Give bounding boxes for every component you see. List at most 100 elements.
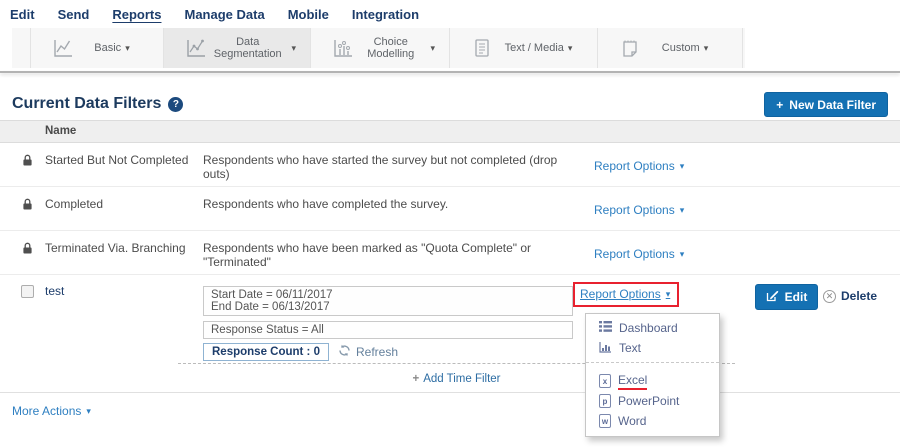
- refresh-label: Refresh: [356, 345, 398, 359]
- report-options-link[interactable]: Report Options ▾: [594, 203, 684, 217]
- top-nav: Edit Send Reports Manage Data Mobile Int…: [0, 0, 900, 28]
- edit-button[interactable]: Edit: [755, 284, 818, 310]
- new-data-filter-label: New Data Filter: [789, 98, 876, 112]
- report-options-link-test[interactable]: Report Options ▾: [580, 287, 670, 301]
- refresh-link[interactable]: Refresh: [338, 344, 398, 360]
- start-date-criterion: Start Date = 06/11/2017: [211, 289, 565, 301]
- chevron-down-icon: ▾: [680, 250, 685, 259]
- nav-item-reports[interactable]: Reports: [112, 7, 161, 22]
- section-divider: [0, 71, 900, 73]
- row-checkbox[interactable]: [21, 285, 34, 298]
- response-count-badge: Response Count : 0: [203, 343, 329, 361]
- add-time-filter-label: Add Time Filter: [423, 373, 500, 385]
- tab-text-media-label: Text / Media: [505, 42, 564, 54]
- chevron-down-icon: ▾: [666, 290, 671, 299]
- filter-criteria: Start Date = 06/11/2017 End Date = 06/13…: [203, 286, 573, 361]
- menu-item-label: Word: [618, 414, 646, 428]
- lock-icon: [22, 242, 33, 258]
- menu-item-label: PowerPoint: [618, 394, 679, 408]
- lock-icon: [22, 198, 33, 214]
- report-options-link[interactable]: Report Options▾: [594, 247, 684, 261]
- table-row-test: test Start Date = 06/11/2017 End Date = …: [0, 275, 900, 393]
- report-options-label: Report Options: [594, 203, 675, 217]
- nav-item-mobile[interactable]: Mobile: [288, 7, 329, 22]
- help-icon[interactable]: ?: [168, 97, 183, 112]
- custom-page-icon: [618, 36, 642, 60]
- plus-icon: +: [776, 98, 783, 112]
- chevron-down-icon: ▾: [430, 44, 435, 53]
- edit-button-label: Edit: [785, 290, 808, 304]
- add-time-filter-link[interactable]: + Add Time Filter: [412, 373, 500, 385]
- table-row: Started But Not Completed Respondents wh…: [0, 143, 900, 187]
- filter-name: Completed: [45, 197, 103, 211]
- column-header-name: Name: [45, 125, 76, 137]
- page-title: Current Data Filters ?: [12, 95, 183, 113]
- report-options-annotation-box: Report Options ▾: [573, 282, 679, 307]
- circle-x-icon: ✕: [823, 290, 836, 303]
- page-title-text: Current Data Filters: [12, 95, 161, 113]
- table-row: Terminated Via. Branching Respondents wh…: [0, 231, 900, 275]
- chevron-down-icon: ▾: [704, 44, 709, 53]
- excel-file-icon: x: [599, 374, 611, 388]
- chevron-down-icon: ▾: [86, 407, 91, 416]
- filter-description: Respondents who have started the survey …: [203, 153, 583, 181]
- nav-item-edit[interactable]: Edit: [10, 7, 35, 22]
- line-chart-icon: [51, 36, 75, 60]
- tab-basic-label: Basic: [94, 42, 121, 54]
- menu-item-word[interactable]: w Word: [586, 411, 719, 431]
- segmented-chart-icon: [184, 36, 208, 60]
- filter-name: Terminated Via. Branching: [45, 241, 186, 255]
- menu-divider: [586, 362, 719, 363]
- tab-choice-modelling[interactable]: Choice Modelling ▾: [310, 28, 449, 68]
- data-filters-table: Name Started But Not Completed Responden…: [0, 120, 900, 393]
- more-actions-link[interactable]: More Actions ▾: [12, 404, 91, 418]
- tab-data-segmentation[interactable]: Data Segmentation ▾: [163, 28, 310, 68]
- report-options-link[interactable]: Report Options▾: [594, 159, 684, 173]
- menu-item-dashboard[interactable]: Dashboard: [586, 318, 719, 338]
- document-lines-icon: [470, 36, 494, 60]
- end-date-criterion: End Date = 06/13/2017: [211, 301, 565, 313]
- nav-item-send[interactable]: Send: [58, 7, 90, 22]
- menu-item-powerpoint[interactable]: p PowerPoint: [586, 391, 719, 411]
- bubble-bar-chart-icon: [331, 36, 355, 60]
- chevron-down-icon: ▾: [125, 44, 130, 53]
- menu-item-excel[interactable]: x Excel: [586, 371, 719, 391]
- plus-icon: +: [412, 373, 419, 385]
- pencil-icon: [766, 289, 779, 305]
- tab-choice-modelling-label: Choice Modelling: [355, 36, 426, 60]
- more-actions-label: More Actions: [12, 404, 81, 418]
- filter-description: Respondents who have completed the surve…: [203, 197, 583, 211]
- dashboard-list-icon: [599, 321, 612, 335]
- filter-description: Respondents who have been marked as "Quo…: [203, 241, 583, 269]
- report-tab-strip: Basic ▾ Data Segmentation ▾ Choice Modelli…: [12, 28, 745, 68]
- table-row: Completed Respondents who have completed…: [0, 187, 900, 231]
- new-data-filter-button[interactable]: + New Data Filter: [764, 92, 888, 117]
- nav-item-integration[interactable]: Integration: [352, 7, 419, 22]
- tab-text-media[interactable]: Text / Media ▾: [449, 28, 597, 68]
- status-filter-box: Response Status = All: [203, 321, 573, 339]
- powerpoint-file-icon: p: [599, 394, 611, 408]
- chevron-down-icon: ▾: [568, 44, 573, 53]
- report-options-menu: Dashboard Text x Excel p PowerPoint w Wo…: [585, 313, 720, 437]
- bar-chart-icon: [599, 341, 612, 356]
- tab-data-segmentation-label: Data Segmentation: [208, 36, 287, 60]
- filter-name-test[interactable]: test: [45, 284, 64, 298]
- nav-item-manage-data[interactable]: Manage Data: [184, 7, 264, 22]
- report-options-label: Report Options: [580, 287, 661, 301]
- table-header-row: Name: [0, 120, 900, 143]
- chevron-down-icon: ▾: [680, 162, 685, 171]
- menu-item-text[interactable]: Text: [586, 338, 719, 358]
- menu-item-label: Dashboard: [619, 321, 678, 335]
- chevron-down-icon: ▾: [680, 206, 685, 215]
- tab-basic[interactable]: Basic ▾: [30, 28, 163, 68]
- menu-item-label: Excel: [618, 373, 647, 390]
- filter-name: Started But Not Completed: [45, 153, 188, 167]
- menu-item-label: Text: [619, 341, 641, 355]
- delete-link[interactable]: ✕ Delete: [823, 289, 877, 303]
- chevron-down-icon: ▾: [291, 44, 296, 53]
- lock-icon: [22, 154, 33, 170]
- delete-label: Delete: [841, 289, 877, 303]
- tab-custom-label: Custom: [662, 42, 700, 54]
- tab-custom[interactable]: Custom ▾: [597, 28, 743, 68]
- word-file-icon: w: [599, 414, 611, 428]
